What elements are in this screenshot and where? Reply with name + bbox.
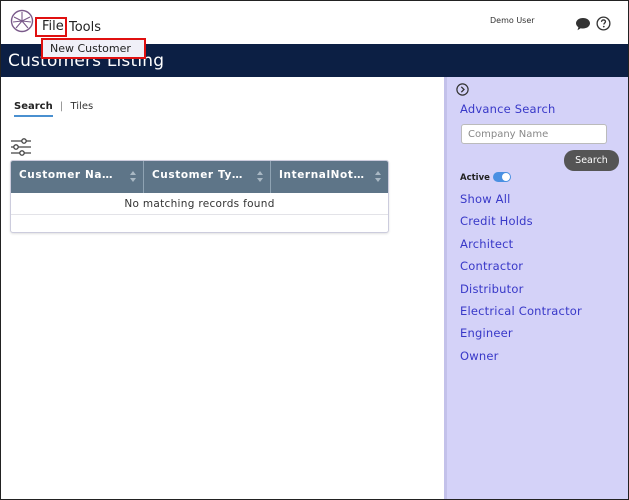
filter-architect[interactable]: Architect (460, 236, 582, 258)
active-label: Active (460, 173, 490, 183)
tools-menu[interactable]: Tools (69, 20, 101, 35)
advanced-search-title: Advance Search (460, 102, 556, 116)
customers-table: Customer Na… Customer Ty… InternalNot… N… (10, 160, 389, 233)
filter-owner[interactable]: Owner (460, 348, 582, 370)
filter-show-all[interactable]: Show All (460, 191, 582, 213)
column-label: InternalNot… (279, 169, 365, 181)
column-label: Customer Ty… (152, 169, 244, 181)
help-icon[interactable] (596, 16, 611, 31)
column-label: Customer Na… (19, 169, 114, 181)
tab-search[interactable]: Search (14, 101, 53, 117)
app-window: File Tools Demo User New Customer Custom… (0, 0, 629, 500)
tab-tiles[interactable]: Tiles (70, 101, 93, 112)
file-menu[interactable]: File (35, 17, 67, 37)
filter-contractor[interactable]: Contractor (460, 258, 582, 280)
filter-credit-holds[interactable]: Credit Holds (460, 213, 582, 235)
customer-filter-list: Show All Credit Holds Architect Contract… (460, 191, 582, 370)
user-name[interactable]: Demo User (490, 16, 535, 25)
collapse-chevron-icon[interactable] (456, 83, 469, 96)
active-toggle-switch[interactable] (493, 172, 511, 182)
table-header: Customer Na… Customer Ty… InternalNot… (11, 161, 388, 193)
sort-icon[interactable] (257, 171, 264, 183)
sort-icon[interactable] (130, 171, 137, 183)
column-header-internal-notes[interactable]: InternalNot… (271, 161, 388, 193)
column-header-customer-type[interactable]: Customer Ty… (144, 161, 271, 193)
chat-icon[interactable] (575, 16, 591, 32)
empty-message: No matching records found (11, 193, 388, 215)
view-tabs: Search | Tiles (14, 101, 93, 117)
filter-distributor[interactable]: Distributor (460, 281, 582, 303)
search-button[interactable]: Search (564, 150, 619, 171)
filter-electrical-contractor[interactable]: Electrical Contractor (460, 303, 582, 325)
sort-icon[interactable] (375, 171, 382, 183)
column-header-customer-name[interactable]: Customer Na… (11, 161, 144, 193)
logo-icon[interactable] (10, 9, 34, 33)
new-customer-menu-item[interactable]: New Customer (41, 38, 146, 59)
advanced-search-panel: Advance Search Search Active Show All Cr… (444, 77, 628, 499)
tab-separator: | (59, 101, 64, 112)
company-name-input[interactable] (461, 124, 607, 144)
filter-sliders-icon[interactable] (10, 137, 32, 157)
filter-engineer[interactable]: Engineer (460, 325, 582, 347)
